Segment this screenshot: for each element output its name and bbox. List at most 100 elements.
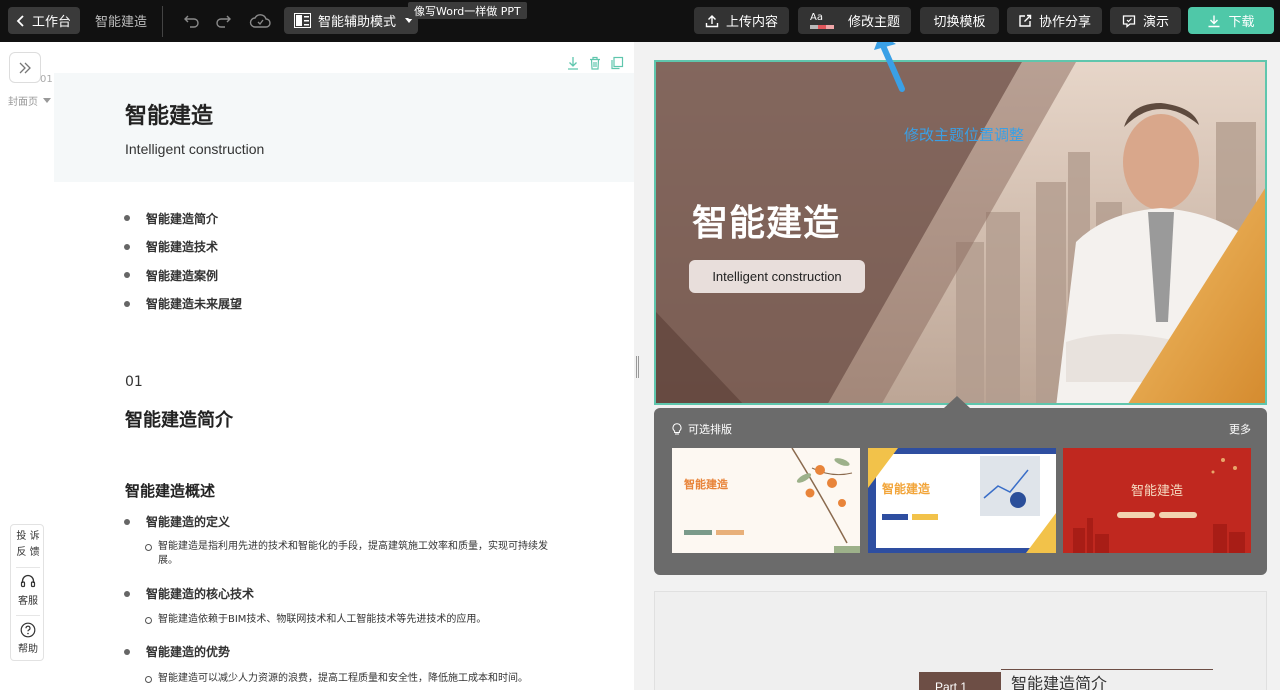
- theme-swatch-icon: Aa: [810, 12, 848, 29]
- back-to-workspace-button[interactable]: 工作台: [8, 7, 80, 34]
- slide-subtitle-pill: Intelligent construction: [689, 260, 865, 293]
- report-line1[interactable]: 投 诉: [11, 530, 45, 544]
- headset-icon[interactable]: [20, 573, 36, 589]
- service-label[interactable]: 客服: [11, 595, 45, 609]
- toc-list: 智能建造简介 智能建造技术 智能建造案例 智能建造未来展望: [124, 204, 242, 318]
- expand-sidebar-button[interactable]: [9, 52, 41, 83]
- cover-title[interactable]: 智能建造: [125, 98, 213, 130]
- download-icon: [1208, 15, 1220, 27]
- caret-down-icon: [43, 98, 51, 103]
- bullet-dot: [124, 300, 130, 307]
- toc-item-label: 智能建造简介: [146, 211, 219, 226]
- persimmon-branch-art: [684, 448, 860, 553]
- bullet-ring: [145, 544, 152, 551]
- collaborate-share-label: 协作分享: [1038, 15, 1091, 30]
- bullet-dot: [124, 518, 130, 525]
- change-theme-button[interactable]: Aa 修改主题: [798, 7, 911, 34]
- change-theme-label: 修改主题: [848, 15, 901, 30]
- content-item-label: 智能建造的核心技术: [146, 587, 255, 601]
- report-line2[interactable]: 反 馈: [11, 546, 45, 560]
- undo-icon[interactable]: [181, 10, 203, 32]
- upload-content-label: 上传内容: [725, 15, 778, 30]
- content-subitem[interactable]: 智能建造依赖于BIM技术、物联网技术和人工智能技术等先进技术的应用。: [145, 613, 565, 627]
- toc-item-label: 智能建造技术: [146, 240, 219, 255]
- toc-item[interactable]: 智能建造技术: [124, 233, 242, 262]
- laptop-chart-art: [868, 448, 1056, 553]
- trash-icon[interactable]: [588, 56, 602, 70]
- content-subitem[interactable]: 智能建造是指利用先进的技术和智能化的手段，提高建筑施工效率和质量，实现可持续发展…: [145, 540, 565, 568]
- block-actions: [566, 56, 624, 70]
- content-item[interactable]: 智能建造的优势: [124, 643, 230, 660]
- present-label: 演示: [1142, 15, 1169, 30]
- mode-tooltip: 像写Word一样做 PPT: [408, 2, 527, 19]
- double-chevron-right-icon: [19, 62, 31, 73]
- more-layouts-link[interactable]: 更多: [1229, 421, 1251, 437]
- presentation-icon: [1122, 14, 1136, 28]
- top-toolbar: 工作台 智能建造 智能辅助模式 像写Word一样做 PPT 上传内容 Aa 修改…: [0, 0, 1280, 42]
- content-subitem-text: 智能建造依赖于BIM技术、物联网技术和人工智能技术等先进技术的应用。: [158, 614, 487, 625]
- layout-option-title: 智能建造: [882, 482, 931, 496]
- content-subitem-text: 智能建造是指利用先进的技术和智能化的手段，提高建筑施工效率和质量，实现可持续发展…: [158, 541, 548, 566]
- layout-option-3[interactable]: 智能建造: [1063, 448, 1251, 553]
- present-button[interactable]: 演示: [1110, 7, 1181, 34]
- layout-option-2[interactable]: 智能建造: [868, 448, 1056, 553]
- cover-subtitle[interactable]: Intelligent construction: [125, 141, 264, 157]
- layout-option-title: 智能建造: [1130, 484, 1183, 499]
- slide-title: 智能建造: [692, 203, 841, 244]
- content-item-label: 智能建造的优势: [146, 645, 231, 659]
- switch-template-button[interactable]: 切换模板: [920, 7, 999, 34]
- page-type-label: 封面页: [8, 97, 38, 108]
- copy-icon[interactable]: [610, 56, 624, 70]
- bullet-dot: [124, 272, 130, 279]
- feedback-widget: 投 诉 反 馈 客服 帮助: [10, 524, 44, 661]
- content-subitem[interactable]: 智能建造可以减少人力资源的浪费，提高工程质量和安全性，降低施工成本和时间。: [145, 672, 565, 686]
- assist-mode-dropdown[interactable]: 智能辅助模式: [284, 7, 418, 34]
- bullet-dot: [124, 243, 130, 250]
- page-number: 01: [40, 74, 53, 85]
- section-number[interactable]: 01: [125, 374, 143, 390]
- layout-options-popup: 可选排版 更多 智能建造 智能建造 智能建造: [654, 408, 1267, 575]
- toc-item[interactable]: 智能建造案例: [124, 261, 242, 290]
- document-name[interactable]: 智能建造: [95, 11, 147, 30]
- theme-aa-text: Aa: [810, 12, 823, 23]
- help-label[interactable]: 帮助: [11, 643, 45, 657]
- lightbulb-icon: [672, 423, 682, 435]
- bullet-dot: [124, 215, 130, 222]
- toc-item[interactable]: 智能建造未来展望: [124, 290, 242, 319]
- toc-item[interactable]: 智能建造简介: [124, 204, 242, 233]
- toolbar-divider: [162, 6, 163, 37]
- annotation-arrow-icon: [874, 42, 905, 92]
- part-title: 智能建造简介: [1011, 674, 1108, 690]
- divider: [16, 615, 40, 616]
- cloud-sync-icon[interactable]: [247, 10, 273, 32]
- content-item[interactable]: 智能建造的核心技术: [124, 585, 254, 602]
- toc-item-label: 智能建造案例: [146, 268, 219, 283]
- bullet-ring: [145, 676, 152, 683]
- layout-option-1[interactable]: 智能建造: [672, 448, 860, 553]
- upload-icon: [705, 14, 719, 27]
- redo-icon[interactable]: [212, 10, 234, 32]
- back-label: 工作台: [32, 15, 72, 30]
- layout-grid-icon: [294, 13, 311, 28]
- layout-option-title: 智能建造: [684, 478, 728, 491]
- section-slide-preview[interactable]: Part 1 智能建造简介: [654, 591, 1267, 690]
- insert-below-icon[interactable]: [566, 56, 580, 70]
- toc-item-label: 智能建造未来展望: [146, 297, 243, 312]
- content-item[interactable]: 智能建造的定义: [124, 513, 230, 530]
- switch-template-label: 切换模板: [933, 15, 986, 30]
- download-button[interactable]: 下载: [1188, 7, 1274, 34]
- pane-resize-handle[interactable]: [636, 356, 639, 378]
- section-title[interactable]: 智能建造简介: [125, 406, 233, 432]
- red-city-art: [1063, 448, 1251, 553]
- slide-preview-pane: 智能建造 Intelligent construction 修改主题位置调整 可…: [640, 42, 1280, 690]
- collaborate-share-button[interactable]: 协作分享: [1007, 7, 1102, 34]
- part-number: Part 1: [919, 672, 1001, 690]
- popup-pointer: [944, 396, 970, 408]
- page-type-dropdown[interactable]: 封面页: [8, 93, 51, 108]
- upload-content-button[interactable]: 上传内容: [694, 7, 789, 34]
- download-label: 下载: [1228, 15, 1255, 30]
- bullet-dot: [124, 590, 130, 597]
- help-icon[interactable]: [20, 622, 36, 638]
- subsection-title[interactable]: 智能建造概述: [125, 480, 215, 501]
- cover-slide-preview[interactable]: 智能建造 Intelligent construction 修改主题位置调整: [654, 60, 1267, 405]
